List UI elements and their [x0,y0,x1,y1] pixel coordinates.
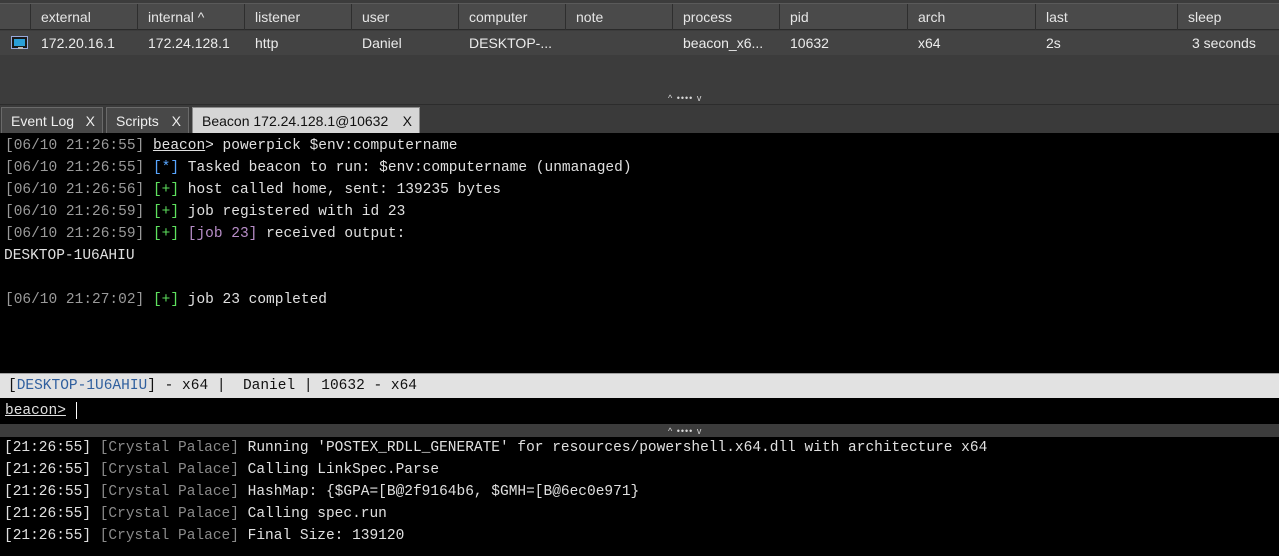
splitter-grip-icon[interactable]: ^ •••• v [668,426,702,436]
text-cursor [75,401,77,419]
message-text: HashMap: {$GPA=[B@2f9164b6, $GMH=[B@6ec0… [238,484,640,500]
console-line: [06/10 21:26:55] beacon> powerpick $env:… [5,135,458,157]
cell-external: 172.20.16.1 [41,35,115,51]
timestamp: [06/10 21:27:02] [5,292,145,308]
timestamp: [06/10 21:26:59] [5,226,145,242]
command-input[interactable]: beacon> [0,398,1279,424]
beacon-monitor-icon [11,36,28,49]
timestamp: [21:26:55] [4,462,92,478]
beacon-prompt: beacon [152,138,206,154]
cell-last: 2s [1046,35,1061,51]
message-text: received output: [257,226,406,242]
input-prompt: beacon> [5,403,66,419]
message-text: Running 'POSTEX_RDLL_GENERATE' for resou… [238,440,988,456]
splitter-grip-icon[interactable]: ^ •••• v [668,93,702,103]
message-text: job 23 completed [179,292,327,308]
tab-event-log[interactable]: Event Log X [1,107,103,133]
table-header: external internal ^ listener user comput… [0,3,1279,30]
message-text: job registered with id 23 [179,204,406,220]
column-header-last[interactable]: last [1036,4,1178,30]
column-header-note[interactable]: note [566,4,673,30]
console-line: [06/10 21:26:59] [+] job registered with… [5,201,405,223]
script-console-output[interactable]: [21:26:55] [Crystal Palace] Running 'POS… [0,437,1279,556]
beacon-status-bar: [DESKTOP-1U6AHIU] - x64 | Daniel | 10632… [0,373,1279,398]
log-source: [Crystal Palace] [91,484,239,500]
column-header-internal[interactable]: internal ^ [138,4,245,30]
timestamp: [06/10 21:26:55] [5,138,145,154]
success-marker: [+] [152,204,180,220]
console-line: [06/10 21:26:56] [+] host called home, s… [5,179,501,201]
cell-process: beacon_x6... [683,35,764,51]
timestamp: [06/10 21:26:56] [5,182,145,198]
message-text: host called home, sent: 139235 bytes [179,182,501,198]
column-header-pid[interactable]: pid [780,4,908,30]
beacon-table-panel: external internal ^ listener user comput… [0,0,1279,92]
success-marker: [+] [152,292,180,308]
timestamp: [06/10 21:26:55] [5,160,145,176]
success-marker: [+] [152,226,180,242]
cell-pid: 10632 [790,35,829,51]
cell-sleep: 3 seconds [1192,35,1256,51]
message-text: Tasked beacon to run: $env:computername … [179,160,632,176]
status-bracket: [ [8,378,17,394]
timestamp: [21:26:55] [4,528,92,544]
message-text: Calling spec.run [238,506,387,522]
timestamp: [06/10 21:26:59] [5,204,145,220]
column-header-sleep[interactable]: sleep [1178,4,1279,30]
close-icon[interactable]: X [86,108,95,134]
message-text: Final Size: 139120 [238,528,405,544]
status-details: ] - x64 | Daniel | 10632 - x64 [147,378,417,394]
console-line: [06/10 21:26:59] [+] [job 23] received o… [5,223,405,245]
info-marker: [*] [152,160,180,176]
command-text: > powerpick $env:computername [205,138,458,154]
splitter-top[interactable]: ^ •••• v [0,92,1279,104]
success-marker: [+] [152,182,180,198]
log-line: [21:26:55] [Crystal Palace] Calling Link… [4,459,439,481]
tab-scripts[interactable]: Scripts X [106,107,189,133]
log-source: [Crystal Palace] [91,528,239,544]
beacon-console-output[interactable]: [06/10 21:26:55] beacon> powerpick $env:… [0,133,1279,371]
timestamp: [21:26:55] [4,440,92,456]
close-icon[interactable]: X [172,108,181,134]
message-text: Calling LinkSpec.Parse [238,462,440,478]
log-source: [Crystal Palace] [91,506,239,522]
column-header-listener[interactable]: listener [245,4,352,30]
cell-arch: x64 [918,35,941,51]
timestamp: [21:26:55] [4,484,92,500]
tab-label: Scripts [116,113,159,129]
splitter-bottom[interactable]: ^ •••• v [0,424,1279,437]
column-header-user[interactable]: user [352,4,459,30]
timestamp: [21:26:55] [4,506,92,522]
tab-label: Beacon 172.24.128.1@10632 [202,113,389,129]
log-source: [Crystal Palace] [91,462,239,478]
table-row[interactable]: 172.20.16.1 172.24.128.1 http Daniel DES… [0,31,1279,55]
log-source: [Crystal Palace] [91,440,239,456]
log-line: [21:26:55] [Crystal Palace] Final Size: … [4,525,404,547]
console-output-line: DESKTOP-1U6AHIU [4,248,135,264]
tab-beacon[interactable]: Beacon 172.24.128.1@10632 X [192,107,420,133]
cell-internal: 172.24.128.1 [148,35,230,51]
cell-listener: http [255,35,279,51]
column-header-external[interactable]: external [31,4,138,30]
column-header-computer[interactable]: computer [459,4,566,30]
console-line: [06/10 21:27:02] [+] job 23 completed [5,289,327,311]
column-header-arch[interactable]: arch [908,4,1036,30]
console-line: [06/10 21:26:55] [*] Tasked beacon to ru… [5,157,632,179]
log-line: [21:26:55] [Crystal Palace] HashMap: {$G… [4,481,639,503]
tab-label: Event Log [11,113,75,129]
status-hostname: DESKTOP-1U6AHIU [16,378,148,394]
job-tag: [job 23] [179,226,258,242]
cell-computer: DESKTOP-... [469,35,552,51]
log-line: [21:26:55] [Crystal Palace] Running 'POS… [4,437,987,459]
log-line: [21:26:55] [Crystal Palace] Calling spec… [4,503,387,525]
close-icon[interactable]: X [403,108,412,134]
header-icon-column[interactable] [0,4,31,30]
cell-user: Daniel [362,35,402,51]
column-header-process[interactable]: process [673,4,780,30]
cell-note [566,31,576,55]
tab-bar: Event Log X Scripts X Beacon 172.24.128.… [0,104,1279,133]
